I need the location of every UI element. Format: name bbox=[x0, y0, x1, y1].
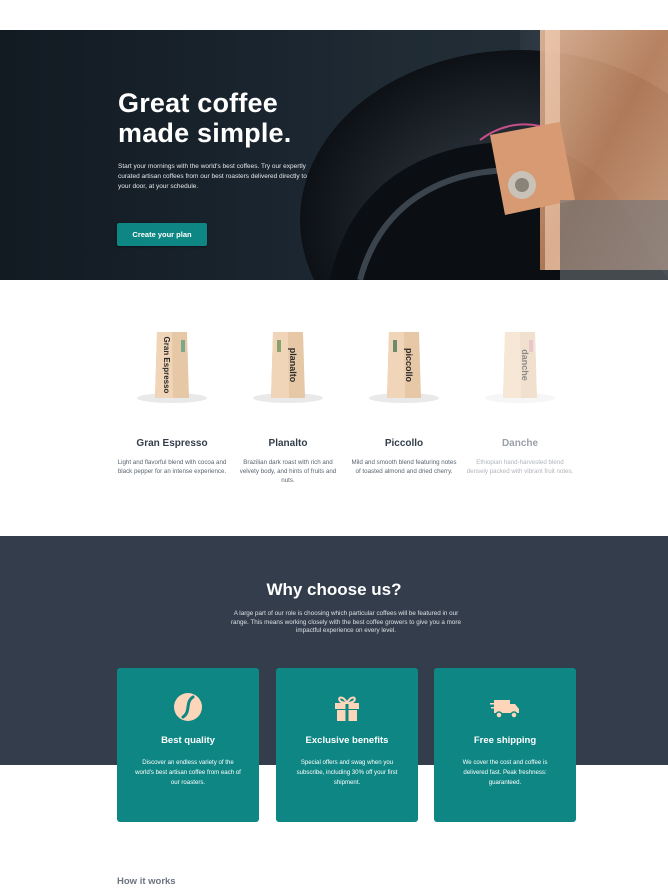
create-plan-button[interactable]: Create your plan bbox=[117, 223, 207, 246]
feature-title: Free shipping bbox=[473, 735, 537, 746]
product-name: Planalto bbox=[268, 438, 308, 449]
why-description: A large part of our role is choosing whi… bbox=[230, 610, 462, 634]
coffee-bag-image: piccollo bbox=[369, 332, 439, 403]
hero-section: Great coffee made simple. Start your mor… bbox=[0, 30, 668, 280]
feature-text: Special offers and swag when you subscri… bbox=[296, 759, 398, 786]
product-description: Ethiopian hand-harvested blend densely p… bbox=[466, 459, 574, 475]
hero-title-line1: Great coffee bbox=[118, 88, 278, 118]
bag-label: planalto bbox=[288, 348, 298, 383]
feature-title: Best quality bbox=[161, 735, 215, 746]
product-name: Danche bbox=[501, 438, 539, 449]
product-description: Light and flavorful blend with cocoa and… bbox=[117, 459, 227, 475]
feature-title: Exclusive benefits bbox=[305, 735, 389, 746]
product-name: Piccollo bbox=[384, 438, 424, 449]
why-title: Why choose us? bbox=[266, 580, 402, 599]
coffee-bean-icon bbox=[174, 693, 202, 721]
hero-title-line2: made simple. bbox=[118, 118, 292, 148]
how-it-works-title: How it works bbox=[117, 876, 176, 887]
coffee-bag-image: danche bbox=[485, 332, 555, 403]
feature-card-free-shipping: Free shipping We cover the cost and coff… bbox=[434, 668, 576, 822]
coffee-bag-image: planalto bbox=[253, 332, 323, 403]
product-description: Brazilian dark roast with rich and velve… bbox=[239, 459, 337, 484]
bag-label: Gran Espresso bbox=[162, 337, 171, 394]
hero-description: Start your mornings with the world's bes… bbox=[118, 163, 307, 190]
bag-label: danche bbox=[520, 349, 530, 381]
hero-title: Great coffee made simple. bbox=[118, 88, 378, 148]
feature-card-best-quality: Best quality Discover an endless variety… bbox=[117, 668, 259, 822]
gift-icon bbox=[335, 696, 359, 721]
feature-text: Discover an endless variety of the world… bbox=[135, 759, 241, 786]
bag-label: piccollo bbox=[404, 348, 414, 383]
top-bar bbox=[0, 0, 668, 30]
coffee-bag-image: Gran Espresso bbox=[137, 332, 207, 403]
product-name: Gran Espresso bbox=[136, 438, 208, 449]
feature-card-exclusive-benefits: Exclusive benefits Special offers and sw… bbox=[276, 668, 418, 822]
product-description: Mild and smooth blend featuring notes of… bbox=[351, 459, 457, 475]
products-section: Gran Espresso Gran Espresso Light and fl… bbox=[117, 310, 575, 510]
feature-text: We cover the cost and coffee is delivere… bbox=[462, 759, 548, 786]
hero-coffee-grinder-image bbox=[300, 30, 668, 280]
truck-icon bbox=[490, 700, 519, 719]
